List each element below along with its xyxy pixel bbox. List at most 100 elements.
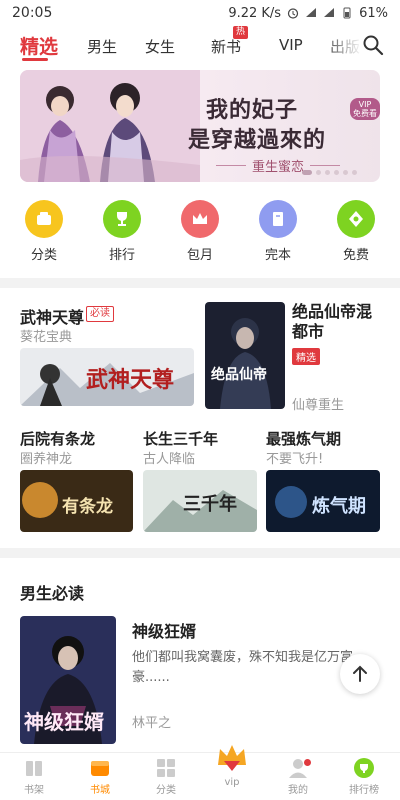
quick-category[interactable]: 分类	[14, 200, 74, 263]
quick-label: 免费	[342, 248, 369, 263]
vip-free-badge: VIP 免费看	[350, 98, 380, 120]
recommended-book-title: 神级狂婿	[132, 622, 197, 641]
tab-featured[interactable]: 精选	[20, 32, 58, 59]
vip-free-badge-top: VIP	[358, 100, 372, 109]
tab-vip[interactable]: VIP	[279, 36, 303, 54]
tab-new-books-label: 新书	[211, 38, 242, 56]
section-divider	[0, 278, 400, 288]
row-book-title: 最强炼气期	[266, 430, 342, 448]
book-icon	[259, 200, 297, 238]
tab-new-books[interactable]: 新书 热	[211, 26, 249, 57]
row-book-cover: 炼气期	[266, 470, 380, 532]
quick-label: 包月	[186, 248, 213, 263]
featured-main-title: 武神天尊	[20, 308, 85, 327]
nav-label: vip	[224, 777, 240, 788]
featured-main-author: 葵花宝典	[20, 330, 73, 345]
recommended-book-cover-text: 神级狂婿	[24, 710, 104, 734]
banner-illustration	[20, 70, 200, 182]
quick-label: 完本	[264, 248, 291, 263]
row-book-cover-text: 有条龙	[62, 497, 113, 517]
quick-finished[interactable]: 完本	[248, 200, 308, 263]
row-book-title: 后院有条龙	[20, 430, 96, 448]
status-time: 20:05	[12, 5, 53, 21]
quick-monthly[interactable]: 包月	[170, 200, 230, 263]
banner-title-line-2: 是穿越過來的	[188, 127, 327, 153]
nav-vip[interactable]: vip	[202, 739, 262, 788]
nav-bookshelf[interactable]: 书架	[4, 757, 64, 796]
nav-ranking[interactable]: 排行榜	[334, 757, 394, 796]
row-book-author: 圈养神龙	[20, 452, 73, 467]
nav-label: 分类	[156, 785, 176, 796]
alarm-icon	[287, 8, 299, 19]
quick-entries: 分类 排行 包月 完本 免费	[0, 200, 400, 264]
featured-side-title: 绝品仙帝混都市	[292, 302, 373, 341]
pager-dot	[343, 170, 348, 175]
subtitle-line-right	[310, 165, 341, 166]
nav-bookstore[interactable]: 书城	[70, 757, 130, 796]
battery-level: 61%	[359, 5, 388, 21]
tab-male[interactable]: 男生	[87, 36, 117, 57]
section-divider	[0, 548, 400, 558]
crown-icon	[181, 200, 219, 238]
featured-main-cover: 武神天尊	[20, 348, 194, 406]
must-read-tag: 必读	[86, 306, 114, 322]
ranking-icon	[353, 757, 375, 779]
active-tab-underline	[22, 58, 48, 61]
battery-icon	[343, 7, 351, 19]
pager-dot	[325, 170, 330, 175]
banner-subtitle-text: 重生蜜恋	[252, 160, 305, 175]
banner-pager	[302, 170, 357, 175]
tab-female[interactable]: 女生	[145, 36, 175, 57]
featured-side-cover-text: 绝品仙帝	[211, 367, 267, 383]
grid-icon	[155, 757, 177, 779]
bookshelf-icon	[23, 757, 45, 779]
quick-label: 分类	[30, 248, 57, 263]
nav-profile[interactable]: 我的	[268, 757, 328, 796]
free-icon	[337, 200, 375, 238]
featured-side-author: 仙尊重生	[292, 398, 345, 413]
featured-side-cover: 绝品仙帝	[205, 302, 285, 409]
recommended-book-cover: 神级狂婿	[20, 616, 116, 744]
top-tabs: 精选 男生 女生 新书 热 VIP 出版	[0, 26, 400, 64]
row-book-title: 长生三千年	[143, 430, 219, 448]
selected-tag: 精选	[292, 348, 320, 365]
arrow-up-icon	[353, 665, 367, 682]
promo-banner[interactable]: 我的妃子 VIP 免费看 是穿越過來的 重生蜜恋	[20, 70, 380, 182]
nav-category[interactable]: 分类	[136, 757, 196, 796]
bottom-navigation: 书架 书城 分类 vip 我的 排行榜	[0, 745, 400, 800]
nav-label: 我的	[288, 785, 308, 796]
nav-label: 排行榜	[349, 785, 379, 796]
recommended-book-desc: 他们都叫我窝囊废，殊不知我是亿万富豪......	[132, 650, 354, 685]
wifi-icon	[306, 8, 317, 17]
row-book-author: 不要飞升!	[266, 452, 324, 467]
search-icon[interactable]	[362, 34, 384, 56]
status-right: 9.22 K/s 61%	[228, 6, 388, 21]
quick-free[interactable]: 免费	[326, 200, 386, 263]
nav-label: 书架	[24, 785, 44, 796]
recommended-book-author: 林平之	[132, 716, 172, 731]
scroll-to-top-button[interactable]	[340, 654, 380, 694]
status-bar: 20:05 9.22 K/s 61%	[0, 0, 400, 26]
tabs-fade	[322, 28, 362, 64]
nav-label: 书城	[90, 785, 110, 796]
pager-dot	[316, 170, 321, 175]
quick-ranking[interactable]: 排行	[92, 200, 152, 263]
pager-dot	[334, 170, 339, 175]
vip-crown-icon	[214, 739, 250, 775]
hot-badge: 热	[233, 26, 249, 39]
banner-title-line-1: 我的妃子	[206, 97, 299, 123]
notification-dot	[304, 759, 311, 766]
pager-dot	[352, 170, 357, 175]
featured-main-cover-text: 武神天尊	[86, 367, 175, 393]
bookstore-icon	[89, 757, 111, 779]
category-icon	[25, 200, 63, 238]
row-book-cover: 三千年	[143, 470, 257, 532]
cover-art	[205, 302, 285, 409]
vip-free-badge-bottom: 免费看	[353, 109, 377, 118]
trophy-icon	[103, 200, 141, 238]
row-book-cover-text: 三千年	[183, 494, 237, 515]
row-book-author: 古人降临	[143, 452, 196, 467]
row-book-cover: 有条龙	[20, 470, 133, 532]
subtitle-line-left	[216, 165, 246, 166]
section-title: 男生必读	[20, 584, 85, 603]
